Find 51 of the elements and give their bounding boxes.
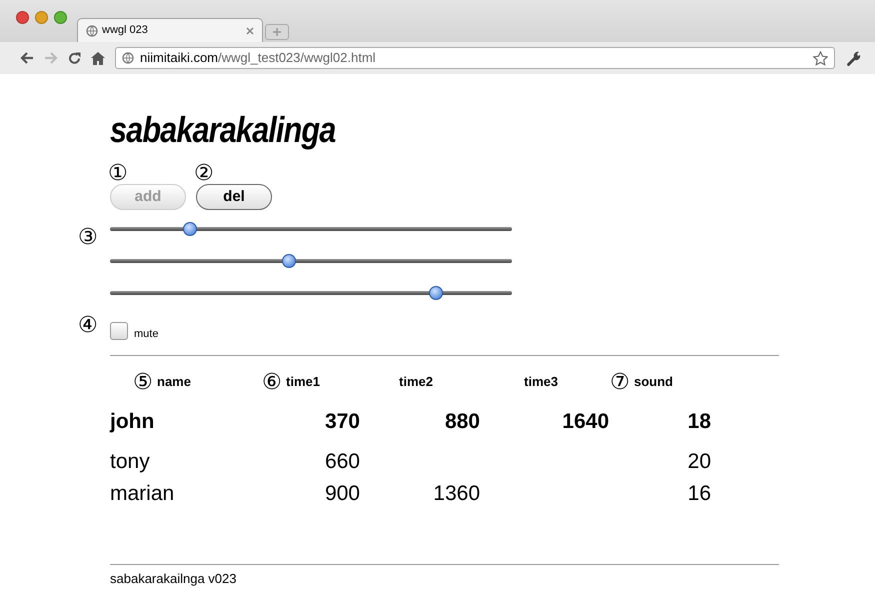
table-cell-text: 880 <box>444 408 480 435</box>
globe-icon <box>86 24 98 36</box>
back-icon[interactable] <box>20 52 34 64</box>
mute-checkbox[interactable] <box>110 322 128 340</box>
page-heading: sabakarakalinga <box>110 108 336 152</box>
slider-thumb[interactable] <box>282 254 296 268</box>
number-marker: ⑥ <box>262 370 282 392</box>
plus-icon <box>273 28 281 36</box>
minimize-window-icon[interactable] <box>35 11 48 24</box>
zoom-window-icon[interactable] <box>54 11 67 24</box>
del-button[interactable]: del <box>196 184 272 210</box>
column-header: time3 <box>524 372 558 391</box>
close-window-icon[interactable] <box>16 11 29 24</box>
table-cell-text: 16 <box>686 480 711 507</box>
number-marker: ⑤ <box>133 370 153 392</box>
browser-tab[interactable]: wwgl 023 <box>77 18 263 42</box>
globe-icon <box>122 52 134 64</box>
url-text: niimitaiki.com/wwgl_test023/wwgl02.html <box>140 49 377 68</box>
slider[interactable] <box>110 222 512 236</box>
home-icon[interactable] <box>91 52 105 64</box>
slider[interactable] <box>110 254 512 268</box>
reload-icon[interactable] <box>68 52 81 64</box>
table-cell-text: 18 <box>686 408 711 435</box>
number-marker: ③ <box>78 226 99 248</box>
column-header: time1 <box>286 372 320 391</box>
checkbox-label: mute <box>134 327 158 342</box>
table-cell-text: 660 <box>324 448 360 475</box>
address-field[interactable]: niimitaiki.com/wwgl_test023/wwgl02.html <box>115 47 835 69</box>
table-cell-text: 900 <box>324 480 360 507</box>
star-icon[interactable] <box>813 50 828 66</box>
table-cell-text: 20 <box>686 448 711 475</box>
column-header: time2 <box>399 372 433 391</box>
slider-thumb[interactable] <box>183 222 198 236</box>
slider-thumb[interactable] <box>428 286 443 300</box>
number-marker: ⑦ <box>610 370 630 392</box>
column-header: sound <box>634 372 673 391</box>
slider[interactable] <box>110 286 512 300</box>
table-cell-text: 370 <box>324 408 360 435</box>
number-marker: ② <box>194 162 214 184</box>
table-cell-text: tony <box>110 448 151 475</box>
wrench-icon[interactable] <box>845 50 861 66</box>
number-marker: ④ <box>78 314 99 336</box>
footer-text: sabakarakailnga v023 <box>110 570 238 588</box>
column-header: name <box>157 372 191 391</box>
number-marker: ① <box>108 162 128 184</box>
close-tab-icon[interactable] <box>246 26 254 34</box>
table-cell-text: marian <box>110 480 176 507</box>
table-cell-text: 1360 <box>432 480 480 507</box>
tab-title: wwgl 023 <box>102 23 149 38</box>
table-cell-text: john <box>110 408 156 435</box>
table-cell-text: 1640 <box>561 408 609 435</box>
